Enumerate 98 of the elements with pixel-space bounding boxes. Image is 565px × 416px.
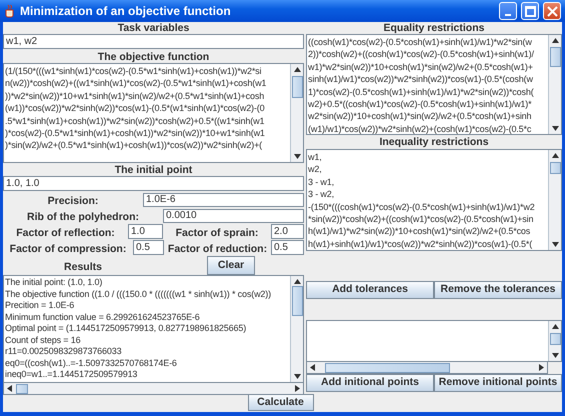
- up-arrow-icon[interactable]: [552, 153, 558, 158]
- text-line: *sin(w2))*cosh(w2)+((cosh(w1)*cos(w2)-(0.5*cosh(w1)+sin: [307, 212, 534, 226]
- up-arrow-icon[interactable]: [294, 279, 300, 284]
- vertical-scrollbar[interactable]: [548, 35, 561, 134]
- section-heading: Task variables: [116, 22, 190, 34]
- text-line: w2*sin(w2))*10+cosh(w1)*sin(w2)/w2+(0.5*cosh(w1)+sinh: [307, 110, 532, 123]
- action-button[interactable]: Add tolerances: [306, 280, 434, 299]
- text-line: The initial point: (1.0, 1.0): [4, 277, 102, 288]
- horizontal-scrollbar[interactable]: [306, 362, 548, 374]
- section-heading: Equality restrictions: [382, 22, 486, 34]
- vertical-scrollbar[interactable]: [290, 276, 303, 382]
- field-label: Factor of compression:: [10, 242, 126, 254]
- maximize-icon: [524, 6, 536, 16]
- text-field[interactable]: 0.5: [133, 240, 164, 255]
- text-line: ineq0=w1..=1.1445172509579913: [4, 369, 138, 380]
- up-arrow-icon[interactable]: [552, 324, 558, 329]
- left-arrow-icon[interactable]: [7, 385, 12, 392]
- maximize-button[interactable]: [521, 2, 539, 20]
- scrollbar-thumb[interactable]: [325, 362, 450, 372]
- scrollbar-thumb[interactable]: [550, 162, 560, 174]
- action-button[interactable]: Remove initional points: [434, 374, 562, 392]
- down-arrow-icon[interactable]: [294, 154, 300, 159]
- text-field[interactable]: 1.0, 1.0: [3, 176, 304, 191]
- up-arrow-icon[interactable]: [552, 38, 558, 43]
- field-label: Factor of sprain:: [176, 226, 258, 238]
- text-area[interactable]: [306, 34, 562, 135]
- text-line: w1)*w2*sin(w2))*10+cosh(w1)*sin(w2)/w2+(0.5*cosh(w1)+: [307, 60, 533, 74]
- text-line: (w1)/w1)*cos(w2))*w2*sinh(w2)+(cosh(w1)*cos(w2)-(0.5*c: [307, 122, 532, 134]
- horizontal-scrollbar[interactable]: [3, 383, 304, 395]
- text-field[interactable]: 1.0E-6: [143, 192, 304, 206]
- text-line: w1,: [307, 151, 322, 164]
- text-line: n(w2))*cosh(w2)+((w1*sinh(w1)*cos(w2)-(0.5*w1*sinh(w1)+cosh(w1: [4, 77, 266, 90]
- section-heading: Results: [64, 260, 102, 272]
- field-label: Precision:: [48, 194, 98, 206]
- left-arrow-icon[interactable]: [310, 364, 315, 371]
- text-line: sinh(w1)/w1)*cos(w2))*w2*sinh(w2))*cos(w1)-(0.5*(cosh(w: [307, 73, 533, 86]
- window-title: Minimization of an objective function: [20, 3, 231, 20]
- text-line: -(150*(((cosh(w1)*cos(w2)-(0.5*cosh(w1)+sinh(w1)/w1)*w2: [307, 200, 535, 213]
- calculate-button[interactable]: Calculate: [248, 394, 314, 411]
- right-arrow-icon[interactable]: [295, 385, 300, 392]
- text-line: 2))*cosh(w2)+((cosh(w1)*cos(w2)-(0.5*cosh(w1)+sinh(w1)/: [307, 48, 534, 61]
- scrollbar-thumb[interactable]: [292, 76, 302, 98]
- text-line: 1)*cos(w2)-(0.5*cosh(w1)+sinh(w1)/w1)*w2*sin(w2))*cosh(: [307, 86, 534, 98]
- text-line: The objective function ((1.0 / (((150.0 * (((((((w1 * sinh(w1)) * cos(w2)): [4, 288, 271, 300]
- text-line: 3 - w1,: [307, 176, 334, 188]
- text-line: eq0=((cosh(w1)..=-1.5097332570768174E-6: [4, 358, 177, 369]
- text-line: )*sin(w2)/w2+(0.5*w1*sinh(w1)+cosh(w1))*cos(w2))*w2*sinh(w2)+(: [4, 139, 262, 152]
- clear-button[interactable]: Clear: [207, 256, 255, 275]
- down-arrow-icon[interactable]: [552, 353, 558, 358]
- section-heading: The initial point: [114, 164, 194, 176]
- right-arrow-icon[interactable]: [539, 364, 544, 371]
- text-line: r11=0.0025098329873766033: [4, 346, 122, 358]
- minimize-icon: [504, 14, 512, 16]
- text-line: (1/(150*(((w1*sinh(w1)*cos(w2)-(0.5*w1*sinh(w1)+cosh(w1))*w2*si: [4, 65, 262, 78]
- up-arrow-icon[interactable]: [294, 67, 300, 72]
- text-line: 3 - w2,: [307, 188, 334, 201]
- text-line: Optimal point = (1.1445172509579913, 0.8277198961825665): [4, 323, 246, 334]
- text-line: (w1))*cos(w2))*w2*sinh(w2))*cos(w1)-(0.5*(w1*sinh(w1)*cos(w2)-(0: [4, 102, 264, 115]
- field-label: Factor of reflection:: [16, 226, 115, 238]
- text-field[interactable]: 0.5: [271, 240, 304, 255]
- scrollbar-thumb[interactable]: [292, 286, 302, 316]
- text-line: ((cosh(w1)*cos(w2)-(0.5*cosh(w1)+sinh(w1)/w1)*w2*sin(w: [307, 36, 532, 48]
- text-line: Count of steps = 16: [4, 334, 80, 346]
- text-field[interactable]: w1, w2: [3, 34, 304, 49]
- field-label: Factor of reduction:: [168, 242, 268, 254]
- text-area[interactable]: [3, 275, 304, 383]
- text-line: )*cos(w2)-(0.5*w1*sinh(w1)+cosh(w1))*w2*sin(w2))*10+w1*sinh(w1: [4, 126, 265, 140]
- action-button[interactable]: Add initional points: [306, 374, 434, 392]
- text-line: h(w1)+sinh(w1)/w1)*cos(w2))*w2*sinh(w2))*cos(w1)-(0.5*(: [307, 238, 532, 250]
- vertical-scrollbar[interactable]: [548, 150, 561, 250]
- close-icon: [546, 6, 558, 16]
- minimize-button[interactable]: [499, 2, 517, 20]
- text-field[interactable]: 0.0010: [163, 208, 304, 222]
- text-area[interactable]: [3, 63, 304, 163]
- text-line: .5*w1*sinh(w1)+cosh(w1))*w2*sin(w2))*cosh(w2)+0.5*((w1*sinh(w1: [4, 114, 264, 127]
- section-heading: Inequality restrictions: [378, 136, 490, 148]
- scrollbar-thumb[interactable]: [550, 333, 560, 345]
- down-arrow-icon[interactable]: [552, 126, 558, 131]
- text-line: Minimum function value = 6.299261624523765E-6: [4, 312, 200, 323]
- action-button[interactable]: Remove the tolerances: [434, 280, 562, 299]
- text-line: Precition = 1.0E-6: [4, 300, 74, 312]
- close-button[interactable]: [543, 2, 561, 20]
- down-arrow-icon[interactable]: [552, 242, 558, 247]
- text-field[interactable]: 1.0: [128, 224, 163, 239]
- scrollbar-thumb[interactable]: [16, 384, 28, 394]
- section-heading: The objective function: [96, 51, 210, 63]
- scrollbar-thumb[interactable]: [550, 47, 560, 67]
- coffee-cup-icon: [4, 4, 16, 18]
- text-line: h(w1)/w1)*w2*sin(w2))*10+cosh(w1)*sin(w2)/w2+(0.5*cos: [307, 225, 530, 238]
- text-line: w2)+0.5*((cosh(w1)*cos(w2)-(0.5*cosh(w1)+sinh(w1)/w1)*: [307, 98, 532, 110]
- vertical-scrollbar[interactable]: [548, 321, 561, 361]
- text-line: ))*w2*sin(w2))*10+w1*sinh(w1)*sin(w2)/w2+(0.5*w1*sinh(w1)+cosh: [4, 90, 264, 102]
- down-arrow-icon[interactable]: [294, 374, 300, 379]
- text-field[interactable]: 2.0: [271, 224, 304, 239]
- vertical-scrollbar[interactable]: [290, 64, 303, 162]
- text-area[interactable]: [306, 149, 562, 251]
- text-line: w2,: [307, 163, 322, 176]
- field-label: Rib of the polyhedron:: [27, 210, 139, 222]
